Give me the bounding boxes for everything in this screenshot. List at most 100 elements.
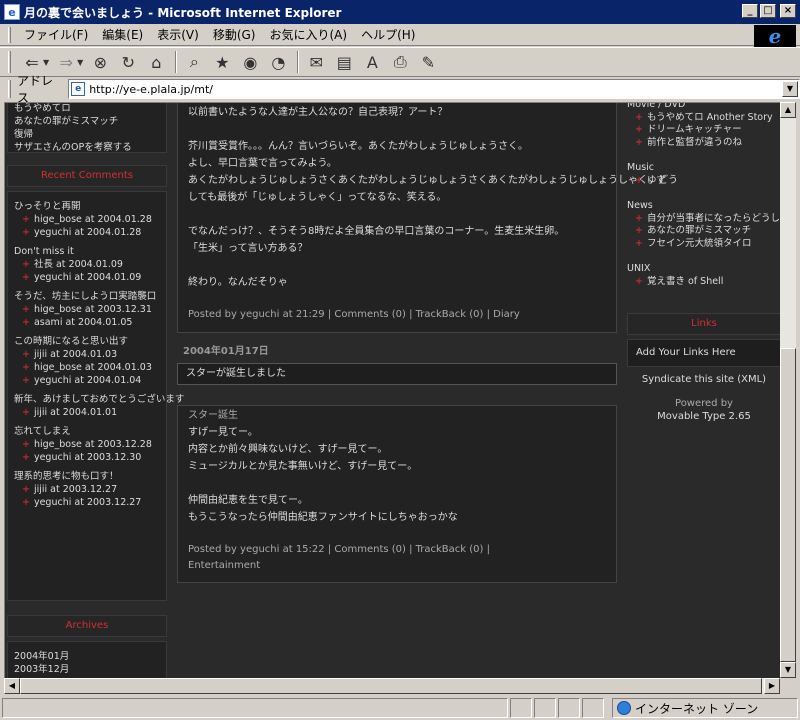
comment-entry-title[interactable]: 新年、あけましておめでとうございます — [14, 393, 184, 406]
comment-item[interactable]: + hige_bose at 2004.01.28 — [22, 213, 160, 226]
comment-item[interactable]: + hige_bose at 2003.12.28 — [22, 438, 160, 451]
comment-item[interactable]: + hige_bose at 2004.01.03 — [22, 361, 160, 374]
category-item[interactable]: + 覚え書き of Shell — [627, 276, 780, 289]
address-url[interactable]: http://ye-e.plala.jp/mt/ — [89, 83, 213, 96]
ie-throbber-logo: e — [754, 24, 796, 48]
syndicate-link[interactable]: Syndicate this site (XML) — [627, 373, 780, 386]
date-heading: 2004年01月17日 — [183, 346, 269, 357]
forward-arrow-icon[interactable]: ⇒ — [53, 50, 79, 74]
scroll-down-icon[interactable]: ▼ — [780, 662, 796, 678]
archive-link[interactable]: 2003年12月 — [14, 663, 160, 676]
edit-icon[interactable]: ✎ — [415, 50, 441, 74]
movable-type-link[interactable]: Movable Type 2.65 — [627, 410, 780, 423]
post-category[interactable]: Entertainment — [188, 558, 606, 574]
window-title: 月の裏で会いましょう - Microsoft Internet Explorer — [24, 5, 342, 20]
favorites-icon[interactable]: ★ — [209, 50, 235, 74]
category-heading[interactable]: Music — [627, 162, 780, 175]
category-item[interactable]: + もうやめてロ Another Story — [627, 112, 780, 125]
comment-entry-title[interactable]: ひっそりと再開 — [14, 200, 160, 213]
category-heading[interactable]: Movie / DVD — [627, 103, 780, 112]
category-item[interactable]: + あなたの罪がミスマッチ — [627, 225, 780, 238]
back-arrow-icon[interactable]: ⇐ — [19, 50, 45, 74]
menu-help[interactable]: ヘルプ(H) — [354, 26, 422, 43]
refresh-icon[interactable]: ↻ — [115, 50, 141, 74]
home-icon[interactable]: ⌂ — [143, 50, 169, 74]
scroll-right-icon[interactable]: ▶ — [764, 678, 780, 694]
stop-icon[interactable]: ⊗ — [87, 50, 113, 74]
entry-link[interactable]: もうやめてロ — [14, 103, 160, 115]
horizontal-scroll-thumb[interactable] — [20, 678, 762, 694]
back-dropdown-icon[interactable]: ▼ — [43, 58, 49, 67]
category-item[interactable]: + ゆず — [627, 175, 780, 188]
window-titlebar[interactable]: e 月の裏で会いましょう - Microsoft Internet Explor… — [0, 0, 800, 24]
add-links-link[interactable]: Add Your Links Here — [627, 339, 780, 367]
toolbar-grip[interactable] — [8, 51, 11, 73]
entry-link[interactable]: 復帰 — [14, 128, 160, 141]
post-text: 終わり。なんだそりゃ — [188, 277, 288, 288]
category-item[interactable]: + フセイン元大統領タイロ — [627, 238, 780, 251]
comment-item[interactable]: + jijii at 2004.01.03 — [22, 348, 160, 361]
search-icon[interactable]: ⌕ — [181, 50, 207, 74]
category-item[interactable]: + ドリームキャッチャー — [627, 124, 780, 137]
comment-item[interactable]: + yeguchi at 2004.01.09 — [22, 271, 160, 284]
print-preview-icon[interactable]: ▤ — [331, 50, 357, 74]
category-heading[interactable]: News — [627, 200, 780, 213]
scroll-left-icon[interactable]: ◀ — [4, 678, 20, 694]
comment-entry-title[interactable]: 忘れてしまえ — [14, 425, 160, 438]
comment-entry-title[interactable]: 理系的思考に物も口す！ — [14, 470, 160, 483]
recent-entries-box: もうやめてロ あなたの罪がミスマッチ 復帰 サザエさんのOPを考察する — [7, 103, 167, 154]
comment-item[interactable]: + yeguchi at 2004.01.04 — [22, 374, 160, 387]
category-item[interactable]: +自分が当事者になったらどうしよう — [627, 213, 780, 226]
history-icon[interactable]: ◔ — [265, 50, 291, 74]
category-heading[interactable]: UNIX — [627, 263, 780, 276]
comment-group: ひっそりと再開 + hige_bose at 2004.01.28 + yeguch… — [14, 200, 160, 239]
post-text: 以前書いたような人達が主人公なの？自己表現？アート？ — [188, 107, 448, 118]
media-icon[interactable]: ◉ — [237, 50, 263, 74]
comment-item[interactable]: + yeguchi at 2003.12.27 — [22, 496, 160, 509]
mail-icon[interactable]: ✉ — [303, 50, 329, 74]
address-input[interactable]: e http://ye-e.plala.jp/mt/ ▼ — [68, 79, 800, 99]
scroll-up-icon[interactable]: ▲ — [780, 102, 796, 118]
entry-title[interactable]: スターが誕生しました — [177, 363, 617, 385]
comment-entry-title[interactable]: Don't miss it — [14, 245, 160, 258]
entry-link[interactable]: あなたの罪がミスマッチ — [14, 115, 160, 128]
comment-item[interactable]: + jijii at 2003.12.27 — [22, 483, 160, 496]
menu-grip[interactable] — [8, 26, 11, 43]
font-size-icon[interactable]: A — [359, 50, 385, 74]
address-bar: アドレス e http://ye-e.plala.jp/mt/ ▼ — [0, 74, 800, 105]
comment-item[interactable]: + yeguchi at 2004.01.28 — [22, 226, 160, 239]
post-text: でなんだっけ？、そうそう8時だよ全員集合の早口言葉のコーナー。生麦生米生卵。 — [188, 226, 565, 237]
archive-link[interactable]: 2004年01月 — [14, 650, 160, 663]
menu-file[interactable]: ファイル(F) — [17, 26, 95, 43]
menu-view[interactable]: 表示(V) — [150, 26, 206, 43]
horizontal-scrollbar[interactable]: ◀ ▶ — [4, 678, 780, 694]
category-item[interactable]: + 前作と監督が違うのね — [627, 137, 780, 150]
comment-item[interactable]: + asami at 2004.01.05 — [22, 316, 160, 329]
post-meta[interactable]: Posted by yeguchi at 15:22 | Comments (0… — [188, 542, 606, 558]
vertical-scrollbar[interactable]: ▲ ▼ — [780, 102, 796, 678]
address-dropdown-icon[interactable]: ▼ — [782, 81, 798, 97]
menu-bar: ファイル(F) 編集(E) 表示(V) 移動(G) お気に入り(A) ヘルプ(H… — [0, 24, 800, 46]
comment-item[interactable]: + hige_bose at 2003.12.31 — [22, 303, 160, 316]
menu-edit[interactable]: 編集(E) — [95, 26, 150, 43]
menu-go[interactable]: 移動(G) — [206, 26, 263, 43]
post-text — [188, 475, 606, 492]
print-icon[interactable]: ⎙ — [387, 50, 413, 74]
entry-link[interactable]: サザエさんのOPを考察する — [14, 141, 160, 154]
comment-item[interactable]: + yeguchi at 2003.12.30 — [22, 451, 160, 464]
post-meta[interactable]: Posted by yeguchi at 21:29 | Comments (0… — [188, 307, 606, 323]
address-grip[interactable] — [8, 80, 11, 98]
forward-dropdown-icon[interactable]: ▼ — [77, 58, 83, 67]
ie-app-icon[interactable]: e — [4, 4, 20, 20]
close-button[interactable]: × — [780, 4, 796, 18]
maximize-button[interactable]: □ — [760, 4, 776, 18]
comment-entry-title[interactable]: そうだ、坊主にしよう口実踏襲口 — [14, 290, 160, 303]
menu-favorites[interactable]: お気に入り(A) — [262, 26, 354, 43]
toolbar-separator — [175, 51, 178, 73]
recent-comments-heading: Recent Comments — [7, 165, 167, 187]
comment-item[interactable]: + 社長 at 2004.01.09 — [22, 258, 160, 271]
minimize-button[interactable]: _ — [742, 4, 758, 18]
comment-item[interactable]: + jijii at 2004.01.01 — [22, 406, 160, 419]
comment-entry-title[interactable]: この時期になると思い出す — [14, 335, 160, 348]
vertical-scroll-thumb[interactable] — [780, 348, 796, 662]
